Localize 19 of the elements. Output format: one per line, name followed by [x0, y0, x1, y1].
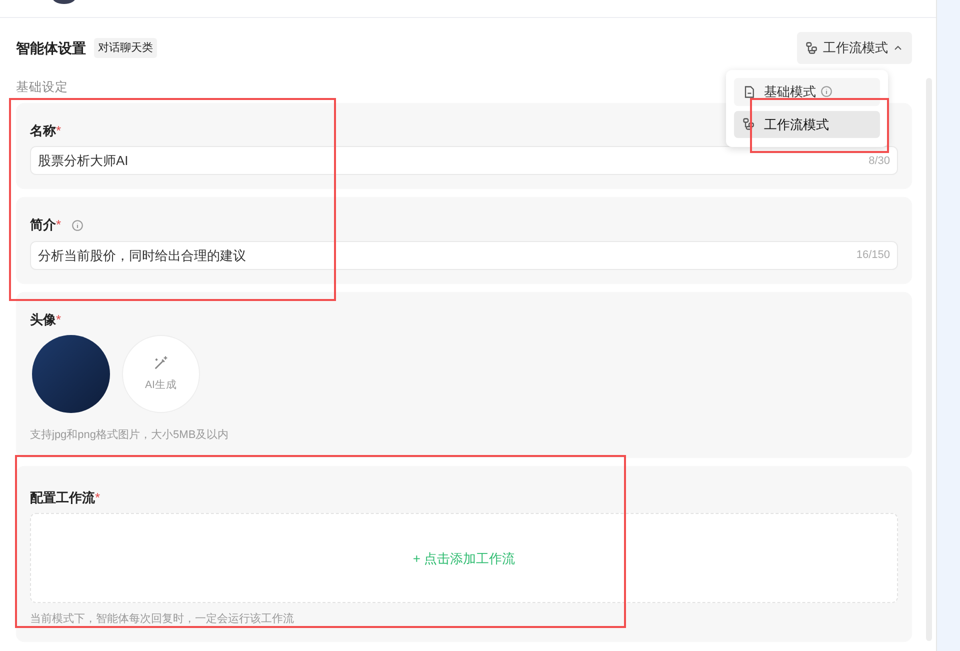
menu-item[interactable]: 工作流模式: [734, 110, 880, 138]
field-label: 名称*: [30, 122, 62, 140]
hint-text: 支持jpg和png格式图片，大小5MB及以内: [30, 428, 230, 444]
mode-dropdown-button[interactable]: 工作流模式: [797, 32, 912, 64]
flow-icon: [742, 117, 756, 132]
document-icon: [742, 84, 756, 99]
page-title: 智能体设置: [16, 38, 86, 58]
menu-item[interactable]: 基础模式: [734, 78, 880, 106]
flow-icon: [805, 41, 819, 55]
category-tag: 对话聊天类: [94, 38, 157, 58]
char-counter: 8/30: [868, 154, 890, 168]
field-label: 头像*: [30, 310, 62, 329]
hint-text: 当前模式下，智能体每次回复时，一定会运行该工作流: [30, 612, 295, 628]
input-field[interactable]: 分析当前股价，同时给出合理的建议 16/150: [30, 240, 898, 270]
section-label: 基础设定: [16, 79, 68, 96]
input-field[interactable]: 股票分析大师AI 8/30: [30, 146, 898, 176]
field-label: 配置工作流*: [30, 488, 100, 507]
char-counter: 16/150: [856, 248, 890, 263]
field-label: 简介*: [30, 216, 62, 234]
